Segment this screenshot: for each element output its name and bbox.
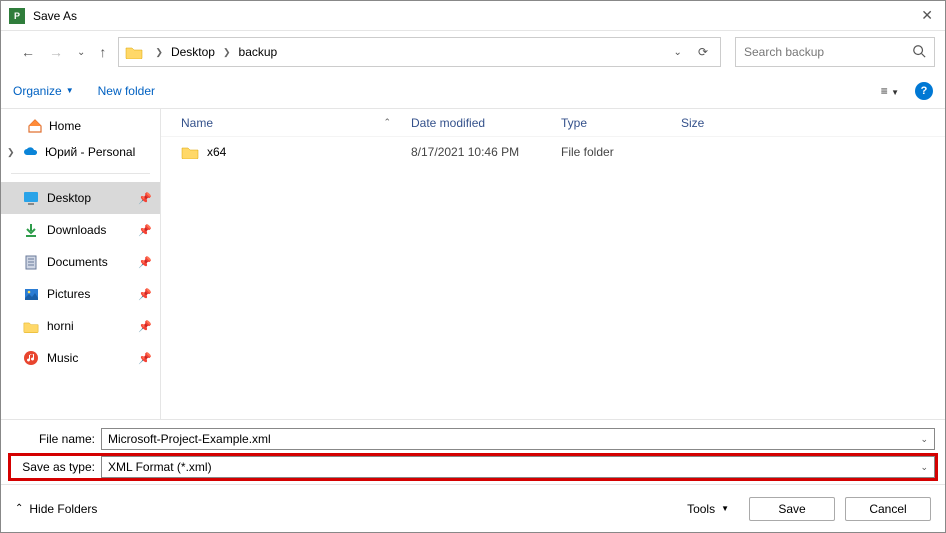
up-icon[interactable]: ↑ xyxy=(99,44,106,60)
filename-input[interactable] xyxy=(108,432,920,446)
onedrive-icon xyxy=(23,144,39,160)
tools-label: Tools xyxy=(687,502,715,516)
view-options-icon[interactable]: ≡ ▼ xyxy=(881,84,899,98)
pin-icon: 📌 xyxy=(138,224,152,237)
folder-icon xyxy=(23,318,39,334)
file-pane: Name⌃ Date modified Type Size x64 8/17/2… xyxy=(161,109,945,419)
cancel-button[interactable]: Cancel xyxy=(845,497,931,521)
file-name: x64 xyxy=(207,145,226,159)
chevron-right-icon[interactable]: ❯ xyxy=(219,47,235,58)
file-row[interactable]: x64 8/17/2021 10:46 PM File folder xyxy=(161,137,945,167)
forward-icon[interactable]: → xyxy=(49,44,63,60)
title-bar: P Save As ✕ xyxy=(1,1,945,31)
savetype-label: Save as type: xyxy=(11,460,101,474)
recent-chevron-icon[interactable]: ⌄ xyxy=(77,47,85,58)
documents-icon xyxy=(23,254,39,270)
column-name[interactable]: Name⌃ xyxy=(181,116,411,130)
sidebar: Home ❯ Юрий - Personal Desktop 📌 Downloa… xyxy=(1,109,161,419)
sidebar-item-music[interactable]: Music 📌 xyxy=(1,342,160,374)
chevron-down-icon: ▼ xyxy=(66,86,74,95)
pin-icon: 📌 xyxy=(138,192,152,205)
filename-field[interactable]: ⌄ xyxy=(101,428,935,450)
pictures-icon xyxy=(23,286,39,302)
toolbar: Organize ▼ New folder ≡ ▼ ? xyxy=(1,73,945,109)
tree-item-onedrive[interactable]: ❯ Юрий - Personal xyxy=(1,139,160,165)
savetype-field[interactable]: XML Format (*.xml) ⌄ xyxy=(101,456,935,478)
savetype-value: XML Format (*.xml) xyxy=(108,460,920,474)
chevron-right-icon[interactable]: ❯ xyxy=(151,47,167,58)
sidebar-item-downloads[interactable]: Downloads 📌 xyxy=(1,214,160,246)
folder-icon xyxy=(125,45,143,59)
save-button[interactable]: Save xyxy=(749,497,835,521)
breadcrumb-part[interactable]: backup xyxy=(235,45,282,59)
footer: ⌃ Hide Folders Tools ▼ Save Cancel xyxy=(1,484,945,532)
sidebar-item-label: horni xyxy=(47,319,130,333)
window-title: Save As xyxy=(33,9,917,23)
column-date[interactable]: Date modified xyxy=(411,116,561,130)
search-icon[interactable] xyxy=(912,44,926,61)
sidebar-item-desktop[interactable]: Desktop 📌 xyxy=(1,182,160,214)
chevron-down-icon: ▼ xyxy=(721,504,729,513)
hide-folders-label: Hide Folders xyxy=(29,502,97,516)
new-folder-button[interactable]: New folder xyxy=(98,84,155,98)
tree-label: Юрий - Personal xyxy=(45,145,154,159)
pin-icon: 📌 xyxy=(138,352,152,365)
refresh-icon[interactable]: ⟳ xyxy=(698,45,708,59)
sidebar-item-documents[interactable]: Documents 📌 xyxy=(1,246,160,278)
music-icon xyxy=(23,350,39,366)
chevron-down-icon[interactable]: ⌄ xyxy=(920,462,928,473)
chevron-up-icon: ⌃ xyxy=(15,503,23,514)
breadcrumb[interactable]: ❯ Desktop ❯ backup ⌄ ⟳ xyxy=(118,37,721,67)
savetype-row: Save as type: XML Format (*.xml) ⌄ xyxy=(11,456,935,478)
search-box[interactable] xyxy=(735,37,935,67)
separator xyxy=(11,173,150,174)
hide-folders-button[interactable]: ⌃ Hide Folders xyxy=(15,502,97,516)
file-type: File folder xyxy=(561,145,681,159)
tree-label: Home xyxy=(49,119,154,133)
column-type[interactable]: Type xyxy=(561,116,681,130)
nav-bar: ← → ⌄ ↑ ❯ Desktop ❯ backup ⌄ ⟳ xyxy=(1,31,945,73)
home-icon xyxy=(27,118,43,134)
desktop-icon xyxy=(23,190,39,206)
pin-icon: 📌 xyxy=(138,256,152,269)
file-date: 8/17/2021 10:46 PM xyxy=(411,145,561,159)
main-area: Home ❯ Юрий - Personal Desktop 📌 Downloa… xyxy=(1,109,945,420)
column-size[interactable]: Size xyxy=(681,116,761,130)
save-form: File name: ⌄ Save as type: XML Format (*… xyxy=(1,420,945,484)
sidebar-item-pictures[interactable]: Pictures 📌 xyxy=(1,278,160,310)
sort-asc-icon: ⌃ xyxy=(383,117,391,128)
sidebar-item-label: Music xyxy=(47,351,130,365)
sidebar-item-label: Downloads xyxy=(47,223,130,237)
tools-menu[interactable]: Tools ▼ xyxy=(687,502,729,516)
filename-label: File name: xyxy=(11,432,101,446)
new-folder-label: New folder xyxy=(98,84,155,98)
breadcrumb-part[interactable]: Desktop xyxy=(167,45,219,59)
column-headers: Name⌃ Date modified Type Size xyxy=(161,109,945,137)
search-input[interactable] xyxy=(744,45,912,59)
chevron-right-icon[interactable]: ❯ xyxy=(7,147,17,158)
sidebar-item-label: Documents xyxy=(47,255,130,269)
app-icon: P xyxy=(9,8,25,24)
tree-item-home[interactable]: Home xyxy=(1,113,160,139)
pin-icon: 📌 xyxy=(138,288,152,301)
sidebar-item-label: Pictures xyxy=(47,287,130,301)
chevron-down-icon[interactable]: ⌄ xyxy=(920,434,928,445)
pin-icon: 📌 xyxy=(138,320,152,333)
organize-menu[interactable]: Organize ▼ xyxy=(13,84,74,98)
sidebar-item-label: Desktop xyxy=(47,191,130,205)
sidebar-item-folder[interactable]: horni 📌 xyxy=(1,310,160,342)
close-icon[interactable]: ✕ xyxy=(917,7,937,24)
downloads-icon xyxy=(23,222,39,238)
organize-label: Organize xyxy=(13,84,62,98)
breadcrumb-dropdown-icon[interactable]: ⌄ xyxy=(674,47,682,58)
filename-row: File name: ⌄ xyxy=(11,428,935,450)
help-icon[interactable]: ? xyxy=(915,82,933,100)
back-icon[interactable]: ← xyxy=(21,44,35,60)
folder-icon xyxy=(181,145,199,159)
